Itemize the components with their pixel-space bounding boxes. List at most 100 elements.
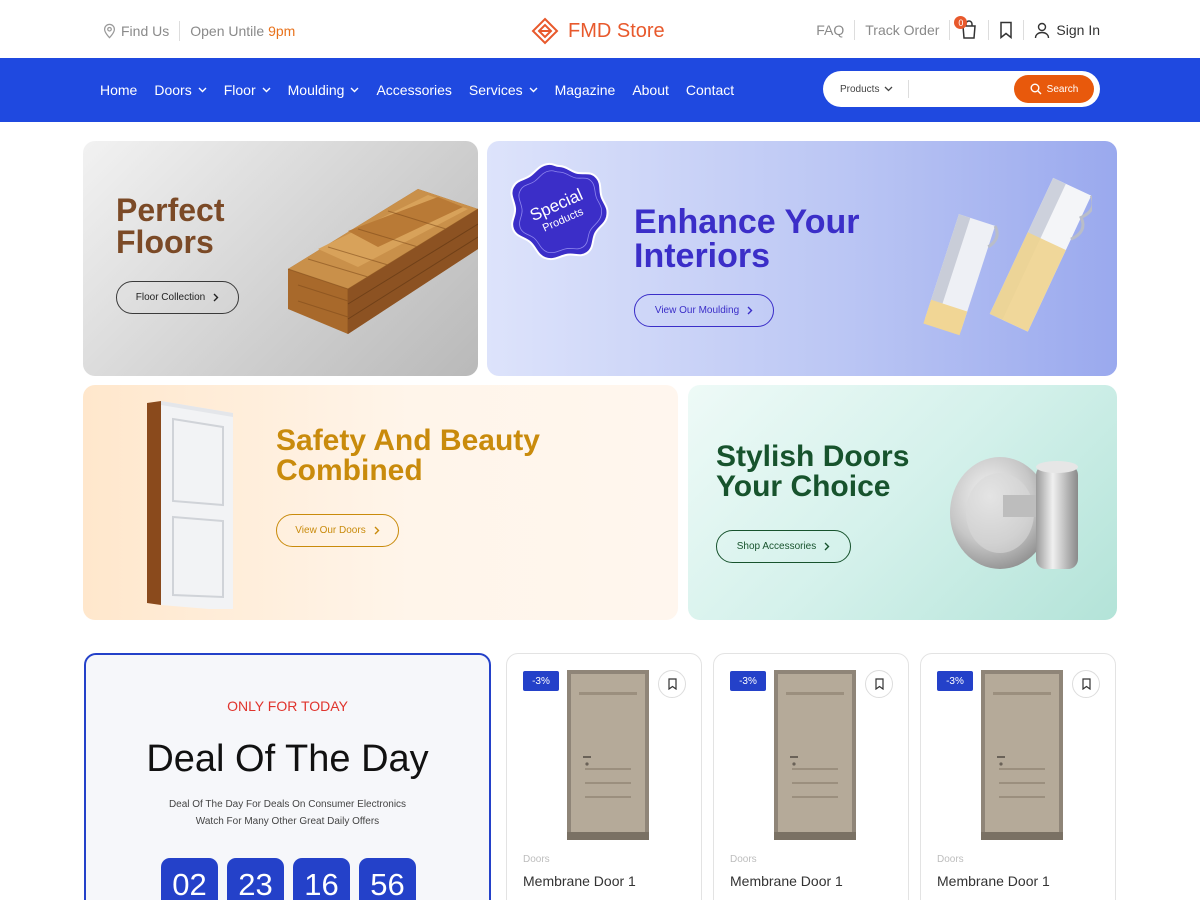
deal-tag: ONLY FOR TODAY	[227, 698, 348, 714]
sign-in-link[interactable]: Sign In	[1034, 22, 1100, 39]
countdown-minutes: 16	[293, 858, 350, 900]
shop-accessories-button[interactable]: Shop Accessories	[716, 530, 851, 563]
product-category: Doors	[730, 854, 757, 865]
chevron-right-icon	[374, 526, 380, 535]
location-pin-icon[interactable]	[102, 23, 117, 39]
countdown-hours: 23	[227, 858, 284, 900]
banner-stylish-doors[interactable]: Stylish Doors Your Choice Shop Accessori…	[688, 385, 1117, 620]
search-category-select[interactable]: Products	[840, 71, 893, 107]
search-bar: Products Search	[823, 71, 1100, 107]
nav-item-doors[interactable]: Doors	[154, 82, 207, 98]
store-info: Find Us Open Untile 9pm	[102, 21, 295, 41]
search-input[interactable]	[915, 77, 1011, 101]
chevron-right-icon	[824, 542, 830, 551]
opening-hours-label: Open Untile	[190, 23, 265, 39]
bookmark-icon	[1081, 678, 1091, 690]
banner-enhance-interiors[interactable]: Special Products Enhance Your Interiors …	[487, 141, 1117, 376]
brand-logo[interactable]: FMD Store	[530, 16, 665, 46]
nav-item-accessories[interactable]: Accessories	[376, 82, 451, 98]
nav-label: Services	[468, 82, 523, 98]
product-card[interactable]: -3% Doors Membrane Door 1	[920, 653, 1116, 900]
door-product-image	[981, 670, 1063, 840]
search-category-label: Products	[840, 83, 880, 95]
divider	[988, 20, 990, 40]
top-bar: Find Us Open Untile 9pm FMD Store FAQ Tr…	[0, 0, 1200, 58]
search-icon	[1030, 83, 1042, 95]
banner-title-line: Enhance Your	[634, 203, 860, 241]
button-label: View Our Doors	[295, 525, 366, 536]
product-name[interactable]: Membrane Door 1	[523, 873, 636, 889]
nav-item-magazine[interactable]: Magazine	[555, 82, 616, 98]
user-icon	[1035, 22, 1050, 38]
bookmark-icon	[874, 678, 884, 690]
banner-title-line: Perfect	[116, 192, 225, 228]
deal-subtitle-line: Watch For Many Other Great Daily Offers	[195, 816, 380, 827]
nav-label: Doors	[154, 82, 192, 98]
countdown-days: 02	[161, 858, 218, 900]
search-button[interactable]: Search	[1014, 75, 1094, 103]
moulding-image	[923, 177, 1092, 336]
divider	[949, 20, 951, 40]
product-name[interactable]: Membrane Door 1	[937, 873, 1050, 889]
wishlist-button[interactable]	[865, 670, 893, 698]
special-products-seal: Special Products	[509, 161, 609, 261]
nav-item-contact[interactable]: Contact	[686, 82, 734, 98]
chevron-down-icon	[529, 87, 538, 93]
banner-title-line: Combined	[276, 454, 423, 487]
product-card[interactable]: -3% Doors Membrane Door 1	[713, 653, 909, 900]
view-moulding-button[interactable]: View Our Moulding	[634, 294, 774, 327]
wishlist-button[interactable]	[658, 670, 686, 698]
view-doors-button[interactable]: View Our Doors	[276, 514, 399, 547]
nav-label: Magazine	[554, 82, 616, 98]
nav-label: Accessories	[376, 82, 452, 98]
track-order-link[interactable]: Track Order	[865, 22, 939, 38]
cart-button[interactable]: 0	[954, 16, 978, 40]
floor-collection-button[interactable]: Floor Collection	[116, 281, 239, 314]
nav-item-services[interactable]: Services	[469, 82, 538, 98]
nav-item-floor[interactable]: Floor	[224, 82, 271, 98]
banner-safety-beauty[interactable]: Safety And Beauty Combined View Our Door…	[83, 385, 678, 620]
divider	[179, 21, 181, 41]
bookmark-icon[interactable]	[999, 21, 1013, 39]
banner-title-line: Stylish Doors	[716, 440, 910, 473]
banner-title-line: Interiors	[634, 237, 771, 275]
banner-title: Stylish Doors Your Choice	[716, 442, 909, 502]
chevron-down-icon	[262, 87, 271, 93]
white-door-image	[147, 401, 233, 609]
nav-item-moulding[interactable]: Moulding	[288, 82, 360, 98]
divider	[1023, 20, 1025, 40]
banner-perfect-floors[interactable]: Perfect Floors Floor Collection	[83, 141, 478, 376]
product-category: Doors	[937, 854, 964, 865]
nav-menu: Home Doors Floor Moulding Accessories Se…	[100, 58, 751, 122]
faq-link[interactable]: FAQ	[816, 22, 844, 38]
wishlist-button[interactable]	[1072, 670, 1100, 698]
deal-subtitle-line: Deal Of The Day For Deals On Consumer El…	[168, 799, 407, 810]
nav-label: Moulding	[287, 82, 345, 98]
top-actions: FAQ Track Order 0 Sign In	[816, 16, 1100, 42]
countdown-timer: 02 23 16 56	[161, 858, 425, 900]
chevron-down-icon	[350, 87, 359, 93]
chevron-right-icon	[213, 293, 219, 302]
nav-label: Home	[100, 82, 138, 98]
door-product-image	[567, 670, 649, 840]
nav-label: About	[632, 82, 669, 98]
divider	[908, 80, 909, 98]
banner-title: Enhance Your Interiors	[634, 205, 859, 273]
brand-name: FMD Store	[568, 19, 665, 42]
door-knob-image	[950, 457, 1078, 569]
countdown-seconds: 56	[359, 858, 416, 900]
find-us-link[interactable]: Find Us	[121, 23, 169, 39]
deal-title: Deal Of The Day	[146, 738, 429, 780]
button-label: Floor Collection	[135, 292, 206, 303]
product-name[interactable]: Membrane Door 1	[730, 873, 843, 889]
nav-item-home[interactable]: Home	[100, 82, 137, 98]
nav-item-about[interactable]: About	[632, 82, 669, 98]
chevron-right-icon	[747, 306, 753, 315]
nav-label: Floor	[223, 82, 256, 98]
sign-in-label: Sign In	[1056, 22, 1100, 38]
product-card[interactable]: -3% Doors Membrane Door 1	[506, 653, 702, 900]
button-label: View Our Moulding	[654, 305, 740, 316]
deal-of-the-day-card: ONLY FOR TODAY Deal Of The Day Deal Of T…	[84, 653, 491, 900]
product-category: Doors	[523, 854, 550, 865]
logo-icon	[531, 17, 559, 45]
